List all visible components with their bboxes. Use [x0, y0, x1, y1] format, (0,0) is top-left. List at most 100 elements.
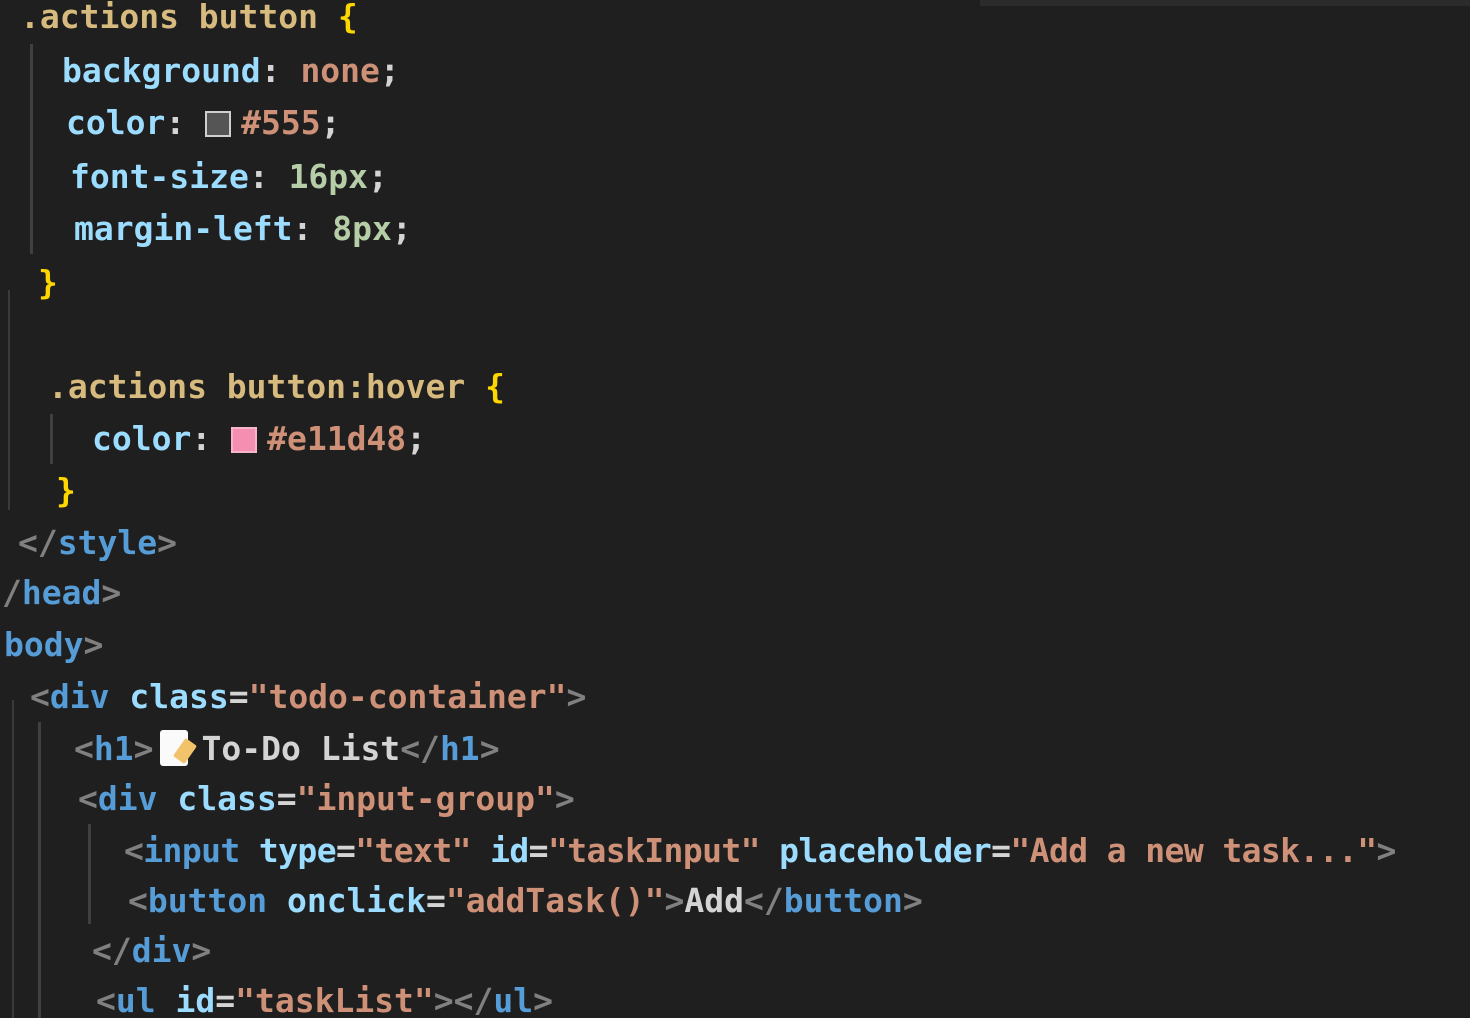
colon: :: [191, 419, 232, 458]
tag-bracket: </: [453, 981, 494, 1018]
tag-bracket: >: [83, 625, 104, 664]
attribute-value: "taskInput": [547, 831, 761, 870]
css-value: 16px: [288, 157, 369, 196]
attribute-value: "taskList": [235, 981, 434, 1018]
tag-bracket: >: [1376, 831, 1397, 870]
tag-bracket: </: [92, 931, 132, 970]
css-property: background: [62, 51, 261, 90]
code-line-8[interactable]: color: #e11d48;: [92, 414, 426, 464]
color-swatch-icon[interactable]: [205, 111, 232, 137]
equals: =: [215, 981, 236, 1018]
css-selector: .actions button: [20, 0, 319, 36]
html-tag: input: [143, 831, 240, 870]
code-line-11[interactable]: /head>: [2, 568, 121, 618]
css-property: color: [92, 419, 192, 458]
tag-bracket: >: [101, 573, 122, 612]
html-tag: ul: [493, 981, 534, 1018]
tag-bracket: <: [78, 779, 98, 818]
html-tag: button: [783, 881, 903, 920]
html-tag: head: [21, 573, 102, 612]
html-tag: div: [49, 677, 110, 716]
semicolon: ;: [320, 103, 341, 142]
code-line-13[interactable]: <div class="todo-container">: [30, 672, 586, 722]
code-line-19[interactable]: <ul id="taskList"></ul>: [96, 976, 553, 1018]
html-tag: h1: [439, 729, 480, 768]
tag-bracket: >: [554, 779, 575, 818]
heading-text: To-Do List: [201, 729, 401, 768]
attribute-value: "text": [355, 831, 471, 870]
css-property: font-size: [70, 157, 249, 196]
code-editor[interactable]: .actions button { background: none; colo…: [0, 0, 1470, 1018]
tag-bracket: /: [2, 573, 22, 612]
tag-bracket: <: [128, 881, 148, 920]
tag-bracket: <: [96, 981, 116, 1018]
gutter-marker: [12, 700, 14, 1018]
indent-guide: [38, 722, 41, 1018]
tag-bracket: >: [533, 981, 554, 1018]
gutter-marker: [8, 290, 10, 510]
brace: }: [38, 263, 58, 302]
semicolon: ;: [368, 157, 388, 196]
html-attribute: class: [109, 677, 229, 716]
css-value: #e11d48: [267, 419, 407, 458]
code-line-10[interactable]: </style>: [18, 518, 177, 568]
equals: =: [528, 831, 549, 870]
html-tag: div: [131, 931, 192, 970]
tag-bracket: >: [566, 677, 587, 716]
code-line-7[interactable]: .actions button:hover {: [48, 362, 505, 412]
tag-bracket: >: [433, 981, 454, 1018]
memo-icon: [159, 730, 188, 766]
colon: :: [165, 103, 206, 142]
html-tag: style: [57, 523, 158, 562]
html-attribute: type: [239, 831, 337, 870]
css-property: margin-left: [74, 209, 293, 248]
tag-bracket: >: [664, 881, 685, 920]
editor-top-edge: [980, 0, 1470, 6]
code-line-2[interactable]: background: none;: [62, 46, 400, 96]
tag-bracket: </: [18, 523, 58, 562]
code-line-14[interactable]: <h1> To-Do List</h1>: [74, 724, 500, 774]
css-property: color: [66, 103, 166, 142]
html-attribute: placeholder: [759, 831, 992, 870]
indent-guide: [88, 824, 91, 924]
html-attribute: id: [470, 831, 529, 870]
tag-bracket: >: [479, 729, 500, 768]
html-attribute: id: [155, 981, 216, 1018]
css-selector: .actions button:hover: [48, 367, 466, 406]
code-line-6[interactable]: }: [38, 258, 58, 308]
code-line-3[interactable]: color: #555;: [66, 98, 340, 148]
code-line-5[interactable]: margin-left: 8px;: [74, 204, 412, 254]
code-line-9[interactable]: }: [56, 466, 76, 516]
equals: =: [426, 881, 446, 920]
code-line-16[interactable]: <input type="text" id="taskInput" placeh…: [124, 826, 1396, 876]
code-line-4[interactable]: font-size: 16px;: [70, 152, 388, 202]
equals: =: [335, 831, 356, 870]
code-line-1[interactable]: .actions button {: [20, 0, 358, 42]
tag-bracket: >: [902, 881, 923, 920]
semicolon: ;: [379, 51, 400, 90]
button-text: Add: [684, 881, 744, 920]
html-tag: h1: [93, 729, 134, 768]
tag-bracket: <: [30, 677, 50, 716]
indent-guide: [50, 414, 53, 464]
tag-bracket: </: [743, 881, 784, 920]
css-value: #555: [241, 103, 321, 142]
attribute-value: "addTask()": [445, 881, 665, 920]
tag-bracket: >: [191, 931, 212, 970]
tag-bracket: </: [400, 729, 440, 768]
html-tag: button: [147, 881, 268, 920]
code-line-15[interactable]: <div class="input-group">: [78, 774, 575, 824]
color-swatch-icon[interactable]: [231, 427, 258, 453]
colon: :: [292, 209, 333, 248]
code-line-17[interactable]: <button onclick="addTask()">Add</button>: [128, 876, 923, 926]
attribute-value: "todo-container": [248, 677, 567, 716]
tag-bracket: >: [133, 729, 154, 768]
colon: :: [260, 51, 301, 90]
code-line-18[interactable]: </div>: [92, 926, 211, 976]
brace: {: [465, 367, 505, 406]
equals: =: [228, 677, 249, 716]
css-value: 8px: [332, 209, 392, 248]
css-value: none: [300, 51, 380, 90]
tag-bracket: >: [157, 523, 177, 562]
code-line-12[interactable]: body>: [4, 620, 103, 670]
